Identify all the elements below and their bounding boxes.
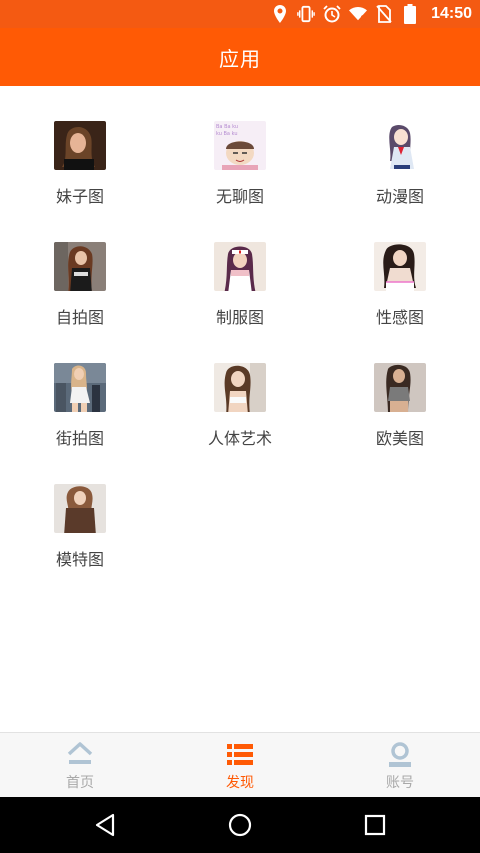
app-thumbnail xyxy=(374,363,426,412)
app-thumbnail xyxy=(374,242,426,291)
app-tile-western[interactable]: 欧美图 xyxy=(320,328,480,449)
page-title: 应用 xyxy=(219,46,261,71)
back-button[interactable] xyxy=(65,797,145,853)
status-bar: 14:50 xyxy=(0,0,480,28)
app-tile-uniform[interactable]: 制服图 xyxy=(160,207,320,328)
app-label: 动漫图 xyxy=(375,187,424,206)
no-sim-icon xyxy=(375,5,393,23)
location-icon xyxy=(271,5,289,23)
home-icon xyxy=(67,742,93,764)
app-label: 制服图 xyxy=(215,308,264,327)
home-button[interactable] xyxy=(200,797,280,853)
app-label: 欧美图 xyxy=(375,429,424,448)
app-label: 无聊图 xyxy=(215,187,264,206)
app-label: 人体艺术 xyxy=(207,429,272,448)
list-icon xyxy=(227,744,253,765)
recents-icon xyxy=(364,814,386,836)
app-thumbnail xyxy=(54,121,106,170)
tab-label: 首页 xyxy=(66,775,94,791)
app-thumbnail xyxy=(374,121,426,170)
app-tile-bored[interactable]: Ba Ba ku ku Ba ku 无聊图 xyxy=(160,86,320,207)
app-thumbnail: Ba Ba ku ku Ba ku xyxy=(214,121,266,170)
app-thumbnail xyxy=(54,363,106,412)
app-label: 模特图 xyxy=(55,550,104,569)
app-tile-girls[interactable]: 妹子图 xyxy=(0,86,160,207)
app-tile-model[interactable]: 模特图 xyxy=(0,449,160,570)
app-tile-anime[interactable]: 动漫图 xyxy=(320,86,480,207)
tab-label: 账号 xyxy=(386,775,414,791)
alarm-icon xyxy=(323,5,341,23)
app-thumbnail xyxy=(214,242,266,291)
app-label: 性感图 xyxy=(375,308,424,327)
system-nav-bar xyxy=(0,797,480,853)
app-thumbnail xyxy=(54,242,106,291)
app-tile-street[interactable]: 街拍图 xyxy=(0,328,160,449)
wifi-icon xyxy=(349,5,368,23)
app-thumbnail xyxy=(214,363,266,412)
clock-time: 14:50 xyxy=(431,5,472,22)
app-label: 自拍图 xyxy=(55,308,104,327)
bottom-tab-bar: 首页 发现 账号 xyxy=(0,732,480,797)
tab-discover[interactable]: 发现 xyxy=(160,733,320,798)
tab-account[interactable]: 账号 xyxy=(320,733,480,798)
tab-home[interactable]: 首页 xyxy=(0,733,160,798)
user-icon xyxy=(389,742,411,767)
svg-text:ku Ba ku: ku Ba ku xyxy=(216,131,238,137)
app-label: 妹子图 xyxy=(55,187,104,206)
app-bar: 应用 xyxy=(0,28,480,86)
vibrate-icon xyxy=(297,5,315,23)
svg-text:Ba Ba ku: Ba Ba ku xyxy=(216,124,238,130)
app-label: 街拍图 xyxy=(55,429,104,448)
app-thumbnail xyxy=(54,484,106,533)
recents-button[interactable] xyxy=(335,797,415,853)
app-tile-body-art[interactable]: 人体艺术 xyxy=(160,328,320,449)
battery-icon xyxy=(401,4,419,24)
back-icon xyxy=(95,813,115,837)
status-icons: 14:50 xyxy=(271,0,472,28)
app-tile-selfie[interactable]: 自拍图 xyxy=(0,207,160,328)
tab-label: 发现 xyxy=(226,775,254,791)
home-circle-icon xyxy=(228,813,252,837)
app-tile-sexy[interactable]: 性感图 xyxy=(320,207,480,328)
